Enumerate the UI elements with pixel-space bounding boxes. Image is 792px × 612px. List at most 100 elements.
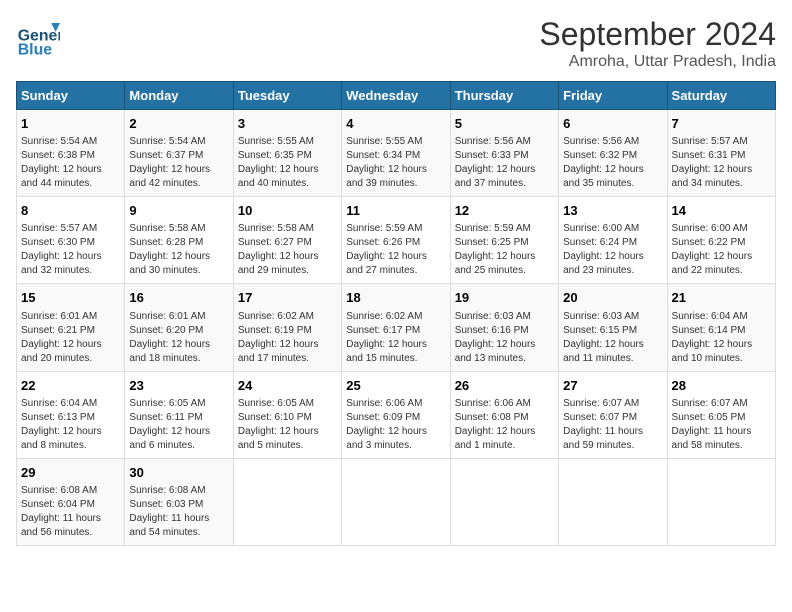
table-row: 1 Sunrise: 5:54 AM Sunset: 6:38 PM Daylig…: [17, 110, 125, 197]
day-number: 20: [563, 289, 662, 307]
day-info: Sunrise: 6:01 AM Sunset: 6:21 PM Dayligh…: [21, 310, 120, 366]
day-info: Sunrise: 5:54 AM Sunset: 6:38 PM Dayligh…: [21, 135, 120, 191]
table-row: 28 Sunrise: 6:07 AM Sunset: 6:05 PM Dayli…: [667, 371, 775, 458]
day-info: Sunrise: 6:01 AM Sunset: 6:20 PM Dayligh…: [129, 310, 228, 366]
day-number: 15: [21, 289, 120, 307]
day-number: 18: [346, 289, 445, 307]
day-number: 7: [672, 115, 771, 133]
day-number: 27: [563, 377, 662, 395]
table-row: 7Sunrise: 5:57 AM Sunset: 6:31 PM Daylig…: [667, 110, 775, 197]
day-number: 16: [129, 289, 228, 307]
table-row: 21 Sunrise: 6:04 AM Sunset: 6:14 PM Dayli…: [667, 284, 775, 371]
calendar-table: Sunday Monday Tuesday Wednesday Thursday…: [16, 81, 776, 546]
table-row: 19 Sunrise: 6:03 AM Sunset: 6:16 PM Dayli…: [450, 284, 558, 371]
day-info: Sunrise: 6:05 AM Sunset: 6:11 PM Dayligh…: [129, 397, 228, 453]
day-number: 19: [455, 289, 554, 307]
day-number: 29: [21, 464, 120, 482]
day-number: 9: [129, 202, 228, 220]
table-row: 25 Sunrise: 6:06 AM Sunset: 6:09 PM Dayli…: [342, 371, 450, 458]
day-info: Sunrise: 5:59 AM Sunset: 6:26 PM Dayligh…: [346, 222, 445, 278]
day-info: Sunrise: 6:05 AM Sunset: 6:10 PM Dayligh…: [238, 397, 337, 453]
day-info: Sunrise: 6:04 AM Sunset: 6:14 PM Dayligh…: [672, 310, 771, 366]
day-number: 25: [346, 377, 445, 395]
day-number: 28: [672, 377, 771, 395]
day-number: 2: [129, 115, 228, 133]
table-row: 27 Sunrise: 6:07 AM Sunset: 6:07 PM Dayli…: [559, 371, 667, 458]
table-row: 3 Sunrise: 5:55 AM Sunset: 6:35 PM Daylig…: [233, 110, 341, 197]
day-info: Sunrise: 6:03 AM Sunset: 6:16 PM Dayligh…: [455, 310, 554, 366]
day-info: Sunrise: 6:06 AM Sunset: 6:09 PM Dayligh…: [346, 397, 445, 453]
calendar-header-row: Sunday Monday Tuesday Wednesday Thursday…: [17, 82, 776, 110]
empty-cell: [233, 458, 341, 545]
day-number: 10: [238, 202, 337, 220]
table-row: 9Sunrise: 5:58 AM Sunset: 6:28 PM Daylig…: [125, 197, 233, 284]
day-info: Sunrise: 6:07 AM Sunset: 6:07 PM Dayligh…: [563, 397, 662, 453]
day-info: Sunrise: 6:00 AM Sunset: 6:24 PM Dayligh…: [563, 222, 662, 278]
table-row: 22Sunrise: 6:04 AM Sunset: 6:13 PM Dayli…: [17, 371, 125, 458]
day-number: 6: [563, 115, 662, 133]
page-subtitle: Amroha, Uttar Pradesh, India: [539, 53, 776, 71]
day-number: 1: [21, 115, 120, 133]
day-number: 5: [455, 115, 554, 133]
day-info: Sunrise: 5:59 AM Sunset: 6:25 PM Dayligh…: [455, 222, 554, 278]
day-number: 26: [455, 377, 554, 395]
col-friday: Friday: [559, 82, 667, 110]
day-number: 3: [238, 115, 337, 133]
day-info: Sunrise: 5:56 AM Sunset: 6:32 PM Dayligh…: [563, 135, 662, 191]
col-monday: Monday: [125, 82, 233, 110]
day-info: Sunrise: 6:02 AM Sunset: 6:17 PM Dayligh…: [346, 310, 445, 366]
page-title: September 2024: [539, 16, 776, 53]
day-number: 4: [346, 115, 445, 133]
table-row: 11Sunrise: 5:59 AM Sunset: 6:26 PM Dayli…: [342, 197, 450, 284]
page-header: General Blue September 2024 Amroha, Utta…: [16, 16, 776, 71]
col-thursday: Thursday: [450, 82, 558, 110]
table-row: 24 Sunrise: 6:05 AM Sunset: 6:10 PM Dayli…: [233, 371, 341, 458]
col-sunday: Sunday: [17, 82, 125, 110]
day-number: 8: [21, 202, 120, 220]
table-row: 26 Sunrise: 6:06 AM Sunset: 6:08 PM Dayli…: [450, 371, 558, 458]
day-info: Sunrise: 6:06 AM Sunset: 6:08 PM Dayligh…: [455, 397, 554, 453]
table-row: 8 Sunrise: 5:57 AM Sunset: 6:30 PM Daylig…: [17, 197, 125, 284]
day-info: Sunrise: 5:56 AM Sunset: 6:33 PM Dayligh…: [455, 135, 554, 191]
table-row: 23 Sunrise: 6:05 AM Sunset: 6:11 PM Dayli…: [125, 371, 233, 458]
calendar-row: 1 Sunrise: 5:54 AM Sunset: 6:38 PM Daylig…: [17, 110, 776, 197]
day-info: Sunrise: 6:00 AM Sunset: 6:22 PM Dayligh…: [672, 222, 771, 278]
day-info: Sunrise: 6:07 AM Sunset: 6:05 PM Dayligh…: [672, 397, 771, 453]
day-info: Sunrise: 6:08 AM Sunset: 6:04 PM Dayligh…: [21, 484, 120, 540]
table-row: 5 Sunrise: 5:56 AM Sunset: 6:33 PM Daylig…: [450, 110, 558, 197]
table-row: 14Sunrise: 6:00 AM Sunset: 6:22 PM Dayli…: [667, 197, 775, 284]
day-info: Sunrise: 5:54 AM Sunset: 6:37 PM Dayligh…: [129, 135, 228, 191]
day-number: 22: [21, 377, 120, 395]
empty-cell: [342, 458, 450, 545]
day-info: Sunrise: 5:55 AM Sunset: 6:35 PM Dayligh…: [238, 135, 337, 191]
col-wednesday: Wednesday: [342, 82, 450, 110]
calendar-row: 8 Sunrise: 5:57 AM Sunset: 6:30 PM Daylig…: [17, 197, 776, 284]
calendar-row: 29 Sunrise: 6:08 AM Sunset: 6:04 PM Dayli…: [17, 458, 776, 545]
day-info: Sunrise: 5:57 AM Sunset: 6:30 PM Dayligh…: [21, 222, 120, 278]
table-row: 15 Sunrise: 6:01 AM Sunset: 6:21 PM Dayli…: [17, 284, 125, 371]
day-number: 24: [238, 377, 337, 395]
table-row: 29 Sunrise: 6:08 AM Sunset: 6:04 PM Dayli…: [17, 458, 125, 545]
table-row: 10 Sunrise: 5:58 AM Sunset: 6:27 PM Dayli…: [233, 197, 341, 284]
table-row: 6 Sunrise: 5:56 AM Sunset: 6:32 PM Daylig…: [559, 110, 667, 197]
day-number: 17: [238, 289, 337, 307]
empty-cell: [667, 458, 775, 545]
empty-cell: [450, 458, 558, 545]
day-number: 23: [129, 377, 228, 395]
calendar-row: 22Sunrise: 6:04 AM Sunset: 6:13 PM Dayli…: [17, 371, 776, 458]
day-number: 21: [672, 289, 771, 307]
table-row: 18 Sunrise: 6:02 AM Sunset: 6:17 PM Dayli…: [342, 284, 450, 371]
table-row: 20 Sunrise: 6:03 AM Sunset: 6:15 PM Dayli…: [559, 284, 667, 371]
logo: General Blue: [16, 16, 64, 60]
day-number: 30: [129, 464, 228, 482]
table-row: 13 Sunrise: 6:00 AM Sunset: 6:24 PM Dayli…: [559, 197, 667, 284]
table-row: 16 Sunrise: 6:01 AM Sunset: 6:20 PM Dayli…: [125, 284, 233, 371]
table-row: 12Sunrise: 5:59 AM Sunset: 6:25 PM Dayli…: [450, 197, 558, 284]
day-info: Sunrise: 6:03 AM Sunset: 6:15 PM Dayligh…: [563, 310, 662, 366]
day-number: 13: [563, 202, 662, 220]
svg-text:Blue: Blue: [18, 42, 52, 59]
day-info: Sunrise: 5:55 AM Sunset: 6:34 PM Dayligh…: [346, 135, 445, 191]
title-block: September 2024 Amroha, Uttar Pradesh, In…: [539, 16, 776, 71]
day-info: Sunrise: 5:58 AM Sunset: 6:27 PM Dayligh…: [238, 222, 337, 278]
calendar-row: 15 Sunrise: 6:01 AM Sunset: 6:21 PM Dayli…: [17, 284, 776, 371]
